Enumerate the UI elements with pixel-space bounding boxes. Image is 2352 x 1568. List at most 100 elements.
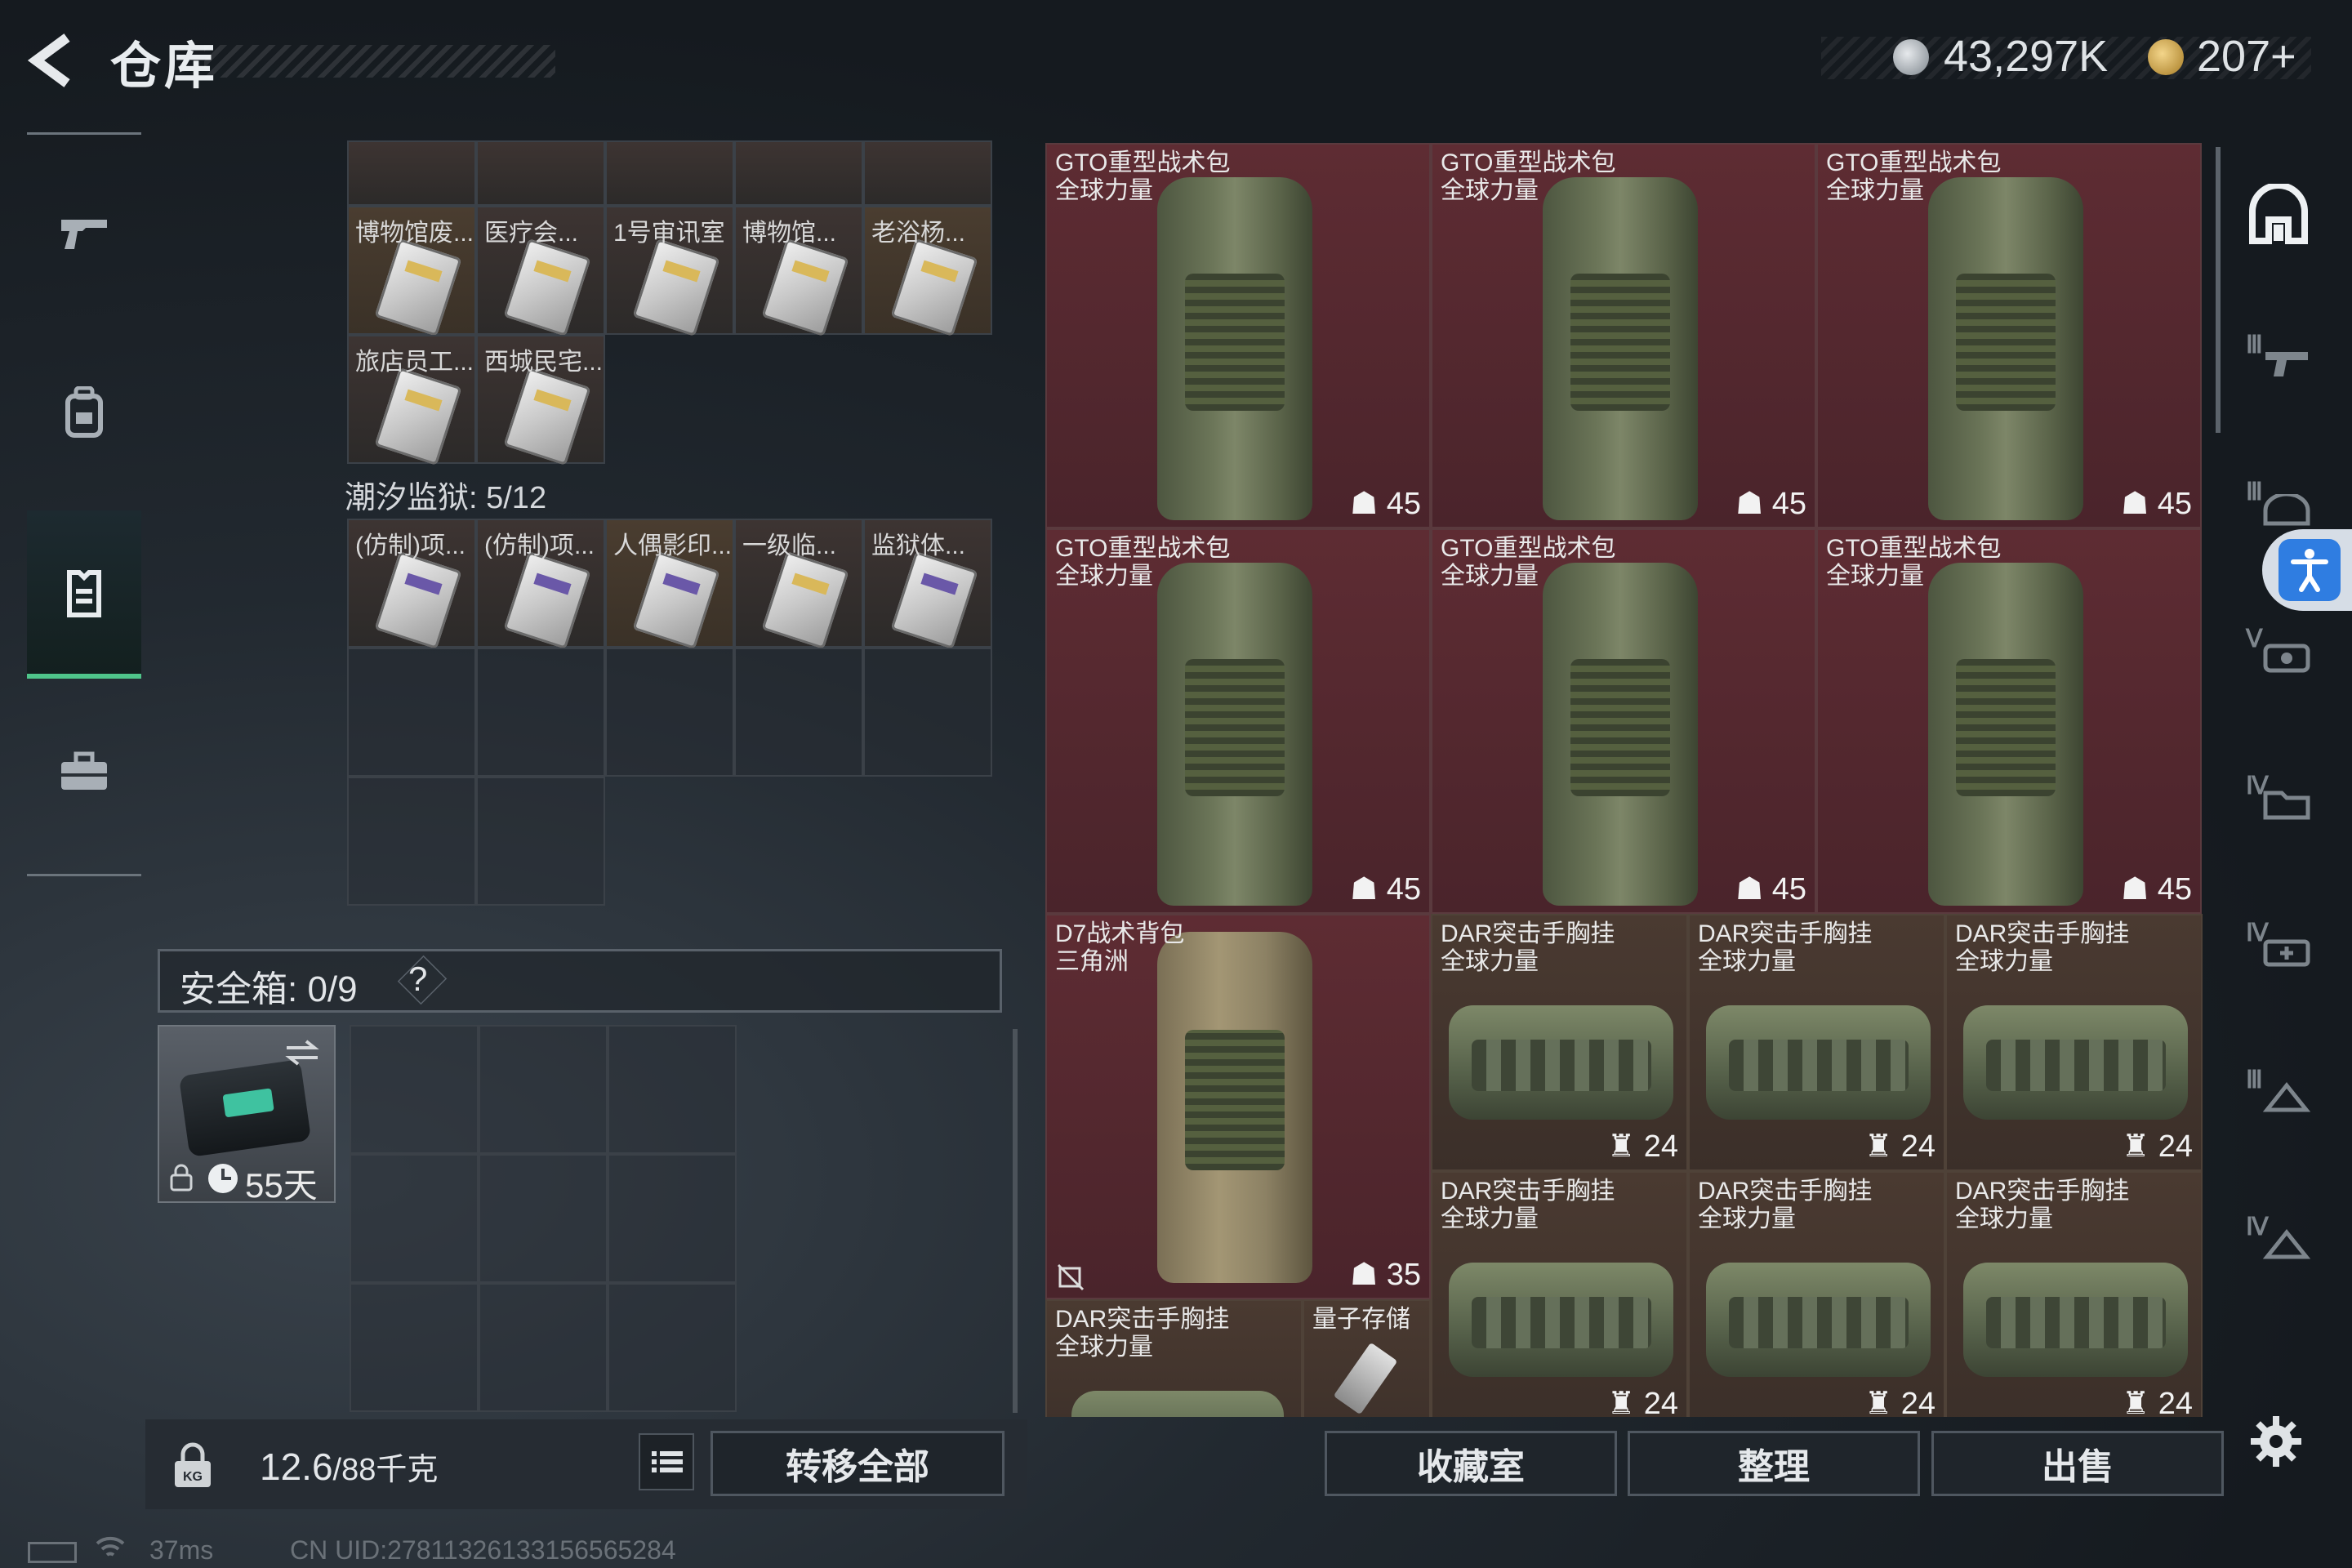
transfer-all-button[interactable]: 转移全部 [710, 1431, 1004, 1496]
item-label: 一级临... [742, 532, 837, 559]
item-gto-backpack[interactable]: GTO重型战术包 全球力量 ☗ 45 [1045, 528, 1431, 914]
item-name: DAR突击手胸挂 全球力量 [1955, 920, 2129, 976]
safe-cell[interactable] [350, 1025, 479, 1154]
tier4-medkit-icon[interactable]: Ⅳ [2246, 919, 2311, 976]
nav-weapons[interactable] [27, 151, 141, 314]
item-name-line1: DAR突击手胸挂 [1955, 920, 2130, 947]
item-name-line2: 全球力量 [1826, 177, 1924, 204]
stash-cell[interactable] [347, 140, 476, 206]
tier5-rig-icon[interactable]: Ⅴ [2246, 625, 2311, 682]
sell-button[interactable]: 出售 [1931, 1431, 2224, 1496]
collection-room-button[interactable]: 收藏室 [1325, 1431, 1617, 1496]
key-item[interactable]: 博物馆废... [347, 206, 476, 336]
keycard-icon [632, 238, 720, 336]
list-view-button[interactable] [639, 1433, 694, 1490]
rig-image [1963, 1263, 2188, 1377]
stash-cell[interactable] [734, 140, 863, 206]
empty-cell[interactable] [863, 648, 992, 777]
capacity-icon: ☗ [1350, 487, 1379, 521]
keycard-icon [890, 551, 978, 649]
keycard-icon [374, 238, 462, 336]
safe-cell[interactable] [350, 1154, 479, 1283]
capacity: ☗ 45 [2121, 485, 2192, 522]
capacity-value: 24 [1643, 1387, 1678, 1417]
key-item[interactable]: 博物馆... [734, 206, 863, 336]
item-d7-backpack[interactable]: D7战术背包 三角洲 ☗ 35 [1045, 914, 1431, 1299]
stash-cell[interactable] [476, 140, 605, 206]
safe-cell[interactable] [479, 1154, 608, 1283]
tier4-shield-icon[interactable]: Ⅳ [2246, 1213, 2311, 1270]
nav-cases[interactable] [27, 690, 141, 853]
item-grid-scrollbar[interactable] [2216, 147, 2221, 433]
capacity-value: 45 [1386, 487, 1421, 521]
safe-cell[interactable] [608, 1283, 737, 1412]
safe-cell[interactable] [479, 1283, 608, 1412]
item-quantum-storage[interactable]: 量子存储 [1303, 1299, 1431, 1417]
item-dar-rig[interactable]: DAR突击手胸挂 全球力量 ♜ 24 [1431, 914, 1688, 1171]
empty-cell[interactable] [734, 648, 863, 777]
key-item[interactable]: 旅店员工... [347, 335, 476, 466]
item-dar-rig[interactable]: DAR突击手胸挂 全球力量 ♜ 24 [1431, 1171, 1688, 1417]
backpack-image [1928, 177, 2083, 520]
item-dar-rig[interactable]: DAR突击手胸挂 全球力量 ♜ 24 [1945, 914, 2203, 1171]
rig-image [1449, 1263, 1673, 1377]
empty-cell[interactable] [476, 777, 605, 906]
item-label: 监狱体... [871, 532, 966, 559]
accessibility-icon[interactable] [2278, 539, 2341, 601]
empty-cell[interactable] [347, 777, 476, 906]
right-filter-nav: Ⅲ Ⅲ Ⅴ Ⅳ Ⅳ Ⅲ Ⅳ [2221, 143, 2328, 1286]
item-dar-rig[interactable]: DAR突击手胸挂 全球力量 ♜ 24 [1688, 914, 1945, 1171]
currency-main[interactable]: 43,297K [1944, 31, 2108, 82]
key-item[interactable]: 老浴杨... [863, 206, 992, 336]
tier4-folder-icon[interactable]: Ⅳ [2246, 772, 2311, 829]
capacity-icon: ♜ [1607, 1387, 1636, 1417]
empty-cell[interactable] [605, 648, 734, 777]
key-item[interactable]: 人偶影印... [605, 519, 734, 649]
item-label: 博物馆... [742, 220, 837, 247]
stash-cell[interactable] [605, 140, 734, 206]
key-item[interactable]: (仿制)项... [347, 519, 476, 649]
tier3-shield-icon[interactable]: Ⅲ [2246, 1066, 2311, 1123]
key-item[interactable]: 监狱体... [863, 519, 992, 649]
currency-premium[interactable]: 207+ [2197, 31, 2296, 82]
item-dar-rig[interactable]: DAR突击手胸挂 全球力量 ♜ 24 [1945, 1171, 2203, 1417]
safe-cell[interactable] [479, 1025, 608, 1154]
item-gto-backpack[interactable]: GTO重型战术包 全球力量 ☗ 45 [1816, 528, 2202, 914]
home-icon[interactable] [2246, 182, 2311, 249]
item-name-line1: GTO重型战术包 [1055, 149, 1231, 176]
sort-button[interactable]: 整理 [1628, 1431, 1920, 1496]
item-dar-rig[interactable]: DAR突击手胸挂 全球力量 ♜ 24 [1688, 1171, 1945, 1417]
empty-cell[interactable] [476, 648, 605, 777]
help-icon[interactable]: ? [408, 960, 427, 999]
silver-coin-icon [1893, 39, 1929, 75]
key-item[interactable]: 医疗会... [476, 206, 605, 336]
item-gto-backpack[interactable]: GTO重型战术包 全球力量 ☗ 45 [1431, 528, 1816, 914]
gold-coin-icon [2148, 39, 2184, 75]
key-item[interactable]: 1号审讯室 [605, 206, 734, 336]
gear-icon[interactable] [2247, 1413, 2305, 1470]
back-arrow-icon[interactable] [24, 31, 83, 90]
key-item[interactable]: 一级临... [734, 519, 863, 649]
nav-vests[interactable] [27, 510, 141, 679]
key-item[interactable]: (仿制)项... [476, 519, 605, 649]
tier3-gun-icon[interactable]: Ⅲ [2246, 331, 2311, 388]
safe-cell[interactable] [350, 1283, 479, 1412]
empty-cell[interactable] [347, 648, 476, 777]
item-dar-rig[interactable]: DAR突击手胸挂 全球力量 [1045, 1299, 1303, 1417]
item-gto-backpack[interactable]: GTO重型战术包 全球力量 ☗ 45 [1045, 143, 1431, 528]
tier3-helmet-icon[interactable]: Ⅲ [2246, 478, 2311, 535]
nav-backpacks[interactable] [27, 331, 141, 494]
stash-scrollbar[interactable] [1013, 1029, 1018, 1413]
stash-cell[interactable] [863, 140, 992, 206]
swap-icon[interactable] [282, 1036, 323, 1069]
capacity-icon: ♜ [2122, 1129, 2150, 1164]
item-name-line2: 全球力量 [1698, 948, 1796, 975]
weight-lock-icon: KG [170, 1441, 216, 1490]
safe-cell[interactable] [608, 1025, 737, 1154]
item-gto-backpack[interactable]: GTO重型战术包 全球力量 ☗ 45 [1431, 143, 1816, 528]
item-name-line2: 全球力量 [1955, 948, 2053, 975]
key-item[interactable]: 西城民宅... [476, 335, 605, 466]
item-gto-backpack[interactable]: GTO重型战术包 全球力量 ☗ 45 [1816, 143, 2202, 528]
safe-cell[interactable] [608, 1154, 737, 1283]
item-name-line1: DAR突击手胸挂 [1055, 1306, 1230, 1333]
